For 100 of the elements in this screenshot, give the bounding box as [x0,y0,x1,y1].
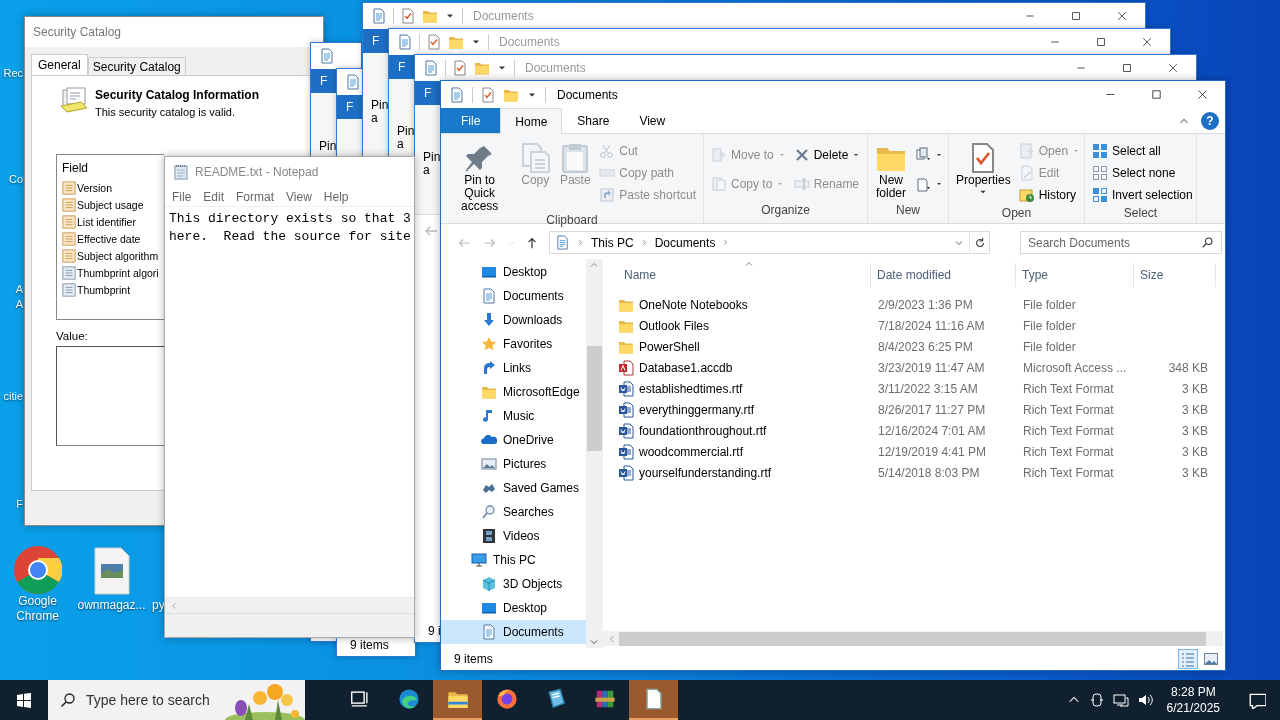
speaker-icon[interactable] [1136,692,1153,708]
history-icon[interactable] [1018,187,1035,203]
file-name[interactable]: woodcommercial.rtf [639,444,744,459]
close-icon[interactable] [1167,62,1179,74]
help-button[interactable]: ? [1201,111,1219,130]
file-name[interactable]: foundationthroughout.rtf [639,423,767,438]
maximize-icon[interactable] [1070,10,1082,22]
nav-item[interactable]: 3D Objects [441,572,586,596]
menu-item[interactable]: Help [317,187,355,206]
file-tab[interactable]: F [337,95,363,119]
file-name[interactable]: establishedtimes.rtf [639,381,743,396]
nav-item[interactable]: Documents [441,284,586,308]
caret-icon[interactable] [935,151,943,159]
notification-icon[interactable] [1248,691,1266,709]
ribbon-button-label[interactable]: Pin a [397,125,415,151]
new-item-icon[interactable] [915,147,931,163]
archive-icon[interactable] [593,688,616,710]
column-header[interactable]: Name [618,263,871,287]
clock-time[interactable]: 8:28 PM [1170,684,1216,700]
grid-icon[interactable] [1092,165,1108,181]
file-name[interactable]: everythinggermany.rtf [639,402,755,417]
device-icon[interactable] [1088,692,1105,708]
file-tab[interactable]: F [363,29,389,53]
maximize-icon[interactable] [1149,88,1163,101]
column-header[interactable]: Size [1134,263,1216,287]
field-item[interactable]: Thumbprint [77,283,131,296]
ribbon-button[interactable]: History [1015,184,1084,206]
field-item[interactable]: Version [77,181,113,194]
delete-icon[interactable] [793,147,810,163]
tab[interactable]: Security Catalog [87,57,186,75]
ribbon-button-label[interactable]: Pin [319,140,337,153]
file-tab[interactable]: File [441,108,501,133]
tab[interactable]: General [31,54,88,75]
caret-icon[interactable] [852,151,861,159]
column-header[interactable]: Date modified [871,263,1016,287]
file-tab[interactable]: F [389,55,415,79]
field-item[interactable]: Subject algorithm [77,249,159,262]
nav-item[interactable]: Desktop [441,596,586,620]
field-item[interactable]: Thumbprint algori [77,266,159,279]
ribbon-tab[interactable]: Home [500,108,563,134]
nav-item[interactable]: Videos [441,524,586,548]
breadcrumb[interactable]: Documents [654,235,716,250]
horizontal-scrollbar[interactable] [165,597,414,613]
address-bar[interactable]: This PC Documents [549,231,990,254]
file-name[interactable]: PowerShell [639,339,700,354]
ribbon-button[interactable]: Pin to Quick access [445,138,515,213]
field-item[interactable]: Effective date [77,232,141,245]
nav-item[interactable]: Favorites [441,332,586,356]
document-icon[interactable] [449,86,465,103]
breadcrumb[interactable]: This PC [591,235,634,250]
ribbon-button[interactable]: Properties [953,138,1014,206]
file-name[interactable]: Outlook Files [639,318,710,333]
nav-item[interactable]: MicrosoftEdge [441,380,586,404]
task-view-icon[interactable] [348,688,371,710]
nav-item[interactable]: Documents [441,620,586,644]
document-icon[interactable] [915,176,931,192]
menu-item[interactable]: Format [230,187,281,206]
file-name[interactable]: yourselfunderstanding.rtf [639,465,772,480]
browser-icon[interactable] [13,546,62,594]
caret-icon[interactable] [935,180,943,188]
nav-item[interactable]: Downloads [441,308,586,332]
nav-item[interactable]: This PC [441,548,586,572]
up-arrow-icon[interactable] [525,235,539,250]
field-item[interactable]: List identifier [77,215,136,228]
ribbon-button[interactable]: Invert selection [1089,184,1196,206]
nav-item[interactable]: Music [441,404,586,428]
grid-icon[interactable] [1092,187,1108,203]
column-header[interactable]: Type [1016,263,1134,287]
ribbon-button[interactable]: Select all [1089,140,1196,162]
browser-icon[interactable] [397,688,420,710]
ribbon-button[interactable]: Select none [1089,162,1196,184]
scroll-thumb[interactable] [586,346,602,451]
file-tab[interactable]: F [415,81,441,105]
close-icon[interactable] [1116,10,1128,22]
ribbon-tab[interactable]: View [624,108,681,133]
file-name[interactable]: OneNote Notebooks [639,297,748,312]
nav-item[interactable]: Links [441,356,586,380]
maximize-icon[interactable] [1095,36,1107,48]
ribbon-button-label[interactable]: Pin a [371,99,389,125]
properties-icon[interactable] [480,86,496,103]
windows-logo-icon[interactable] [16,692,32,708]
file-tab[interactable]: F [311,69,337,93]
field-item[interactable]: Subject usage [77,198,144,211]
nav-item[interactable]: Pictures [441,452,586,476]
menu-item[interactable]: Edit [197,187,231,206]
maximize-icon[interactable] [1121,62,1133,74]
search-field[interactable]: Search Documents [1020,231,1222,254]
ribbon-button[interactable]: New folder [872,138,910,203]
file-name[interactable]: Database1.accdb [639,360,733,375]
close-icon[interactable] [1195,88,1209,101]
ribbon-button[interactable]: Delete [790,144,864,166]
close-icon[interactable] [1141,36,1153,48]
network-icon[interactable] [1112,692,1129,708]
menu-item[interactable]: View [280,187,318,206]
browser-icon[interactable] [495,688,518,710]
nav-item[interactable]: Desktop [441,260,586,284]
ribbon-button-label[interactable]: Pin a [423,151,441,177]
clock-date[interactable]: 6/21/2025 [1166,700,1220,716]
nav-item[interactable]: OneDrive [441,428,586,452]
menu-item[interactable]: File [166,187,198,206]
